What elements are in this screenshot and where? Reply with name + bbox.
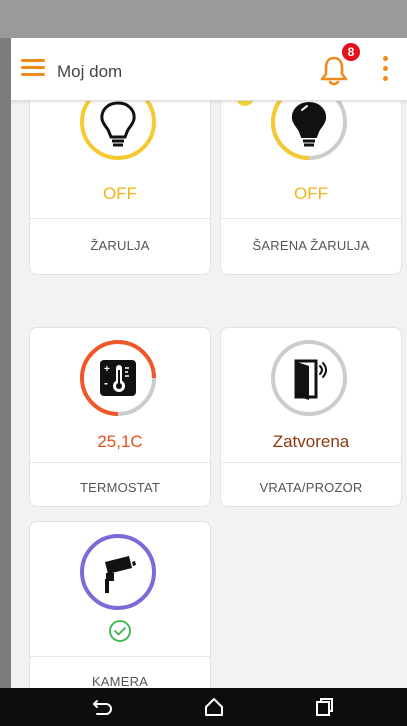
notifications-bell-icon[interactable] (319, 55, 349, 87)
status-bar (0, 0, 407, 38)
notification-count-badge: 8 (342, 43, 360, 61)
device-card-zarulja[interactable]: OFF ŽARULJA (29, 101, 211, 275)
svg-text:+: + (104, 364, 110, 375)
thermostat-icon: + - (100, 360, 136, 396)
app-bar: Moj dom 8 (11, 38, 407, 101)
device-state: OFF (294, 184, 328, 203)
device-state: OFF (103, 184, 137, 203)
app-screen: Moj dom 8 OFF ŽARULJA OFF ŠARENA ŽARULJA… (11, 38, 407, 688)
hamburger-menu-icon[interactable] (21, 59, 45, 79)
system-nav-bar (0, 688, 407, 726)
device-ring: + - (80, 340, 156, 416)
device-ring (270, 101, 347, 160)
door-sensor-icon (294, 359, 327, 400)
card-divider (30, 218, 210, 219)
device-card-termostat[interactable]: + - 25,1C TERMOSTAT (29, 327, 211, 507)
device-state: Zatvorena (272, 432, 350, 451)
card-divider (30, 656, 210, 657)
page-title: Moj dom (57, 62, 123, 81)
device-card-vrata-prozor[interactable]: Zatvorena VRATA/PROZOR (220, 327, 402, 507)
recent-apps-icon[interactable] (312, 696, 336, 718)
lightbulb-outline-icon (100, 101, 136, 147)
device-state: 25,1C (97, 432, 143, 451)
device-card-sarena-zarulja[interactable]: OFF ŠARENA ŽARULJA (220, 101, 402, 275)
device-name: ŽARULJA (90, 238, 150, 253)
card-divider (221, 218, 401, 219)
device-name: KAMERA (91, 674, 149, 688)
device-card-kamera[interactable]: KAMERA (29, 521, 211, 688)
device-ring (80, 534, 156, 610)
home-icon[interactable] (202, 696, 226, 718)
security-camera-icon (105, 556, 136, 593)
device-ring (80, 101, 156, 160)
device-ring (271, 340, 347, 416)
svg-text:-: - (104, 376, 108, 390)
lightbulb-filled-icon (291, 101, 327, 147)
device-name: TERMOSTAT (79, 480, 161, 495)
device-grid: OFF ŽARULJA OFF ŠARENA ŽARULJA + - 25,1C… (11, 101, 407, 688)
back-icon[interactable] (91, 696, 115, 718)
color-dot (236, 101, 254, 106)
check-circle-icon (109, 620, 131, 642)
device-name: VRATA/PROZOR (259, 480, 363, 495)
overflow-menu-icon[interactable] (381, 56, 389, 84)
device-name: ŠARENA ŽARULJA (252, 238, 370, 253)
card-divider (30, 462, 210, 463)
card-divider (221, 462, 401, 463)
